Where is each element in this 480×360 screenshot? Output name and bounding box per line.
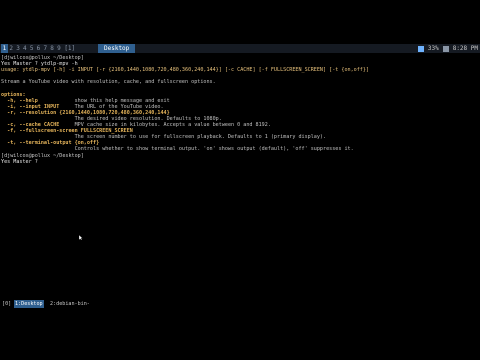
workspace-9[interactable]: 9: [56, 44, 63, 53]
terminal-output[interactable]: [djwilcox@pollux ~/Desktop] Yes Master ? …: [1, 55, 479, 305]
system-tray: 33% 8:28 PM: [417, 44, 478, 53]
workspace-6[interactable]: 6: [35, 44, 42, 53]
tmux-session: [0]: [2, 301, 12, 307]
workspace-1[interactable]: 1: [1, 44, 8, 53]
workspace-4[interactable]: 4: [21, 44, 28, 53]
workspace-3[interactable]: 3: [15, 44, 22, 53]
letterbox-bottom: [0, 314, 480, 360]
window-title[interactable]: Desktop: [98, 44, 136, 53]
tmux-window-2[interactable]: 2:debian-bin-: [50, 300, 90, 308]
workspace-5[interactable]: 5: [28, 44, 35, 53]
screen: 1 2 3 4 5 6 7 8 9 [1] Desktop 33% 8:28 P…: [0, 0, 480, 360]
clock: 8:28 PM: [452, 45, 478, 52]
battery-icon[interactable]: [417, 45, 424, 52]
window-count: [1]: [64, 45, 76, 52]
tmux-status-bar: [0] 1:Desktop 2:debian-bin-: [0, 300, 480, 308]
volume-icon[interactable]: [442, 45, 449, 52]
tmux-window-active[interactable]: 1:Desktop: [14, 300, 44, 308]
terminal-line: Yes Master ?: [1, 158, 41, 165]
battery-level: 33%: [427, 45, 439, 52]
mouse-cursor-icon: [79, 235, 83, 240]
top-status-bar: 1 2 3 4 5 6 7 8 9 [1] Desktop 33% 8:28 P…: [0, 44, 480, 53]
workspace-8[interactable]: 8: [49, 44, 56, 53]
workspace-2[interactable]: 2: [8, 44, 15, 53]
letterbox-top: [0, 0, 480, 44]
workspace-7[interactable]: 7: [42, 44, 49, 53]
workspace-list: 1 2 3 4 5 6 7 8 9 [1]: [1, 44, 75, 53]
